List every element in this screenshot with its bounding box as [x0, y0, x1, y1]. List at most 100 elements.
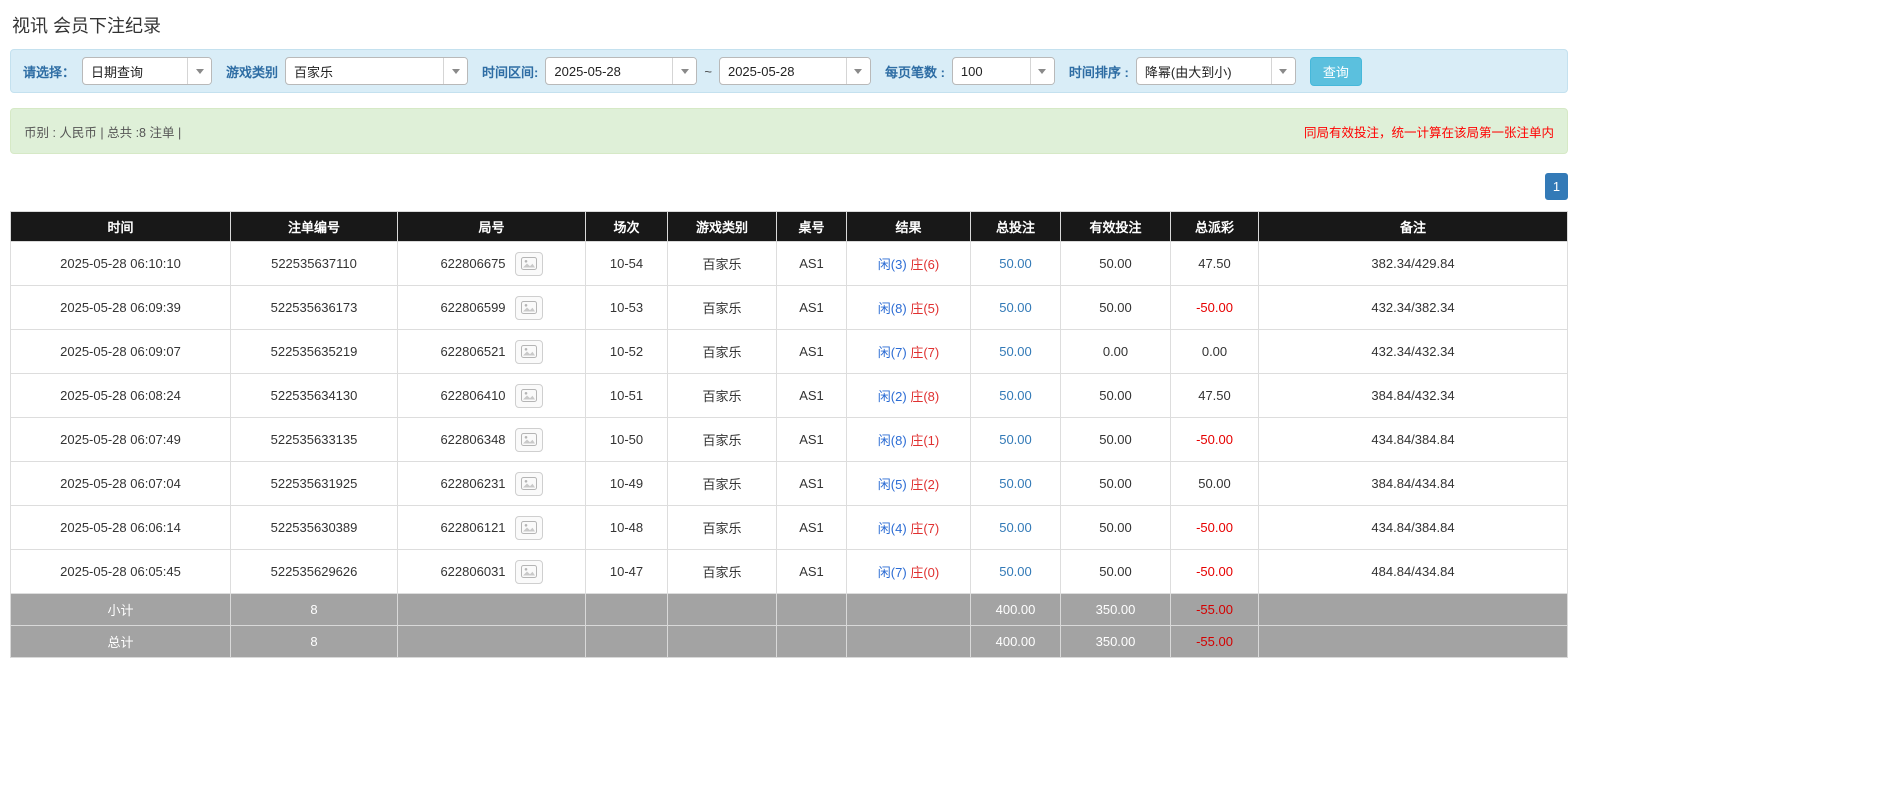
game-type-value: 百家乐 — [294, 64, 334, 80]
result-banker: 庄(1) — [910, 433, 940, 448]
snapshot-icon-button[interactable] — [514, 471, 543, 496]
payout: -50.00 — [1170, 285, 1259, 330]
result-cell: 闲(4) 庄(7) — [846, 505, 971, 550]
total-bet-link[interactable]: 50.00 — [999, 564, 1032, 579]
session: 10-53 — [585, 285, 668, 330]
table-no: AS1 — [776, 373, 847, 418]
game-type: 百家乐 — [667, 549, 777, 594]
photo-icon — [520, 477, 537, 490]
bet-time: 2025-05-28 06:07:49 — [10, 417, 231, 462]
payout: -50.00 — [1170, 505, 1259, 550]
valid-bet: 50.00 — [1060, 241, 1171, 286]
query-type-value: 日期查询 — [91, 64, 144, 80]
note: 432.34/382.34 — [1258, 285, 1568, 330]
note: 434.84/384.84 — [1258, 417, 1568, 462]
game-type-select[interactable]: 百家乐 — [285, 57, 469, 85]
game-type: 百家乐 — [667, 417, 777, 462]
total-bet-cell: 50.00 — [970, 505, 1061, 550]
photo-icon — [520, 389, 537, 402]
snapshot-icon-button[interactable] — [514, 251, 543, 276]
bet-time: 2025-05-28 06:10:10 — [10, 241, 231, 286]
session: 10-50 — [585, 417, 668, 462]
page-title: 视讯 会员下注纪录 — [12, 16, 162, 36]
total-bet-link[interactable]: 50.00 — [999, 300, 1032, 315]
snapshot-icon-button[interactable] — [514, 383, 543, 408]
col-header-result: 结果 — [846, 211, 971, 242]
total-bet-link[interactable]: 50.00 — [999, 256, 1032, 271]
query-type-select[interactable]: 日期查询 — [82, 57, 213, 85]
sort-value: 降幂(由大到小) — [1144, 64, 1232, 80]
page-size-select[interactable]: 100 — [951, 57, 1055, 85]
game-type: 百家乐 — [667, 461, 777, 506]
result-banker: 庄(8) — [910, 389, 940, 404]
subtotal-row: 小计 8 400.00 350.00 -55.00 — [10, 593, 1568, 626]
game-type: 百家乐 — [667, 329, 777, 374]
round-cell: 622806675 — [397, 241, 586, 286]
caret-down-icon[interactable] — [1029, 58, 1054, 84]
snapshot-icon-button[interactable] — [514, 295, 543, 320]
table-body: 2025-05-28 06:10:10 522535637110 6228066… — [10, 241, 1568, 594]
valid-bet: 50.00 — [1060, 285, 1171, 330]
payout: 50.00 — [1170, 461, 1259, 506]
session: 10-51 — [585, 373, 668, 418]
session: 10-54 — [585, 241, 668, 286]
col-header-valid-bet: 有效投注 — [1060, 211, 1171, 242]
sort-select[interactable]: 降幂(由大到小) — [1135, 57, 1296, 85]
snapshot-icon-button[interactable] — [514, 427, 543, 452]
round-cell: 622806231 — [397, 461, 586, 506]
sort-label: 时间排序 : — [1068, 64, 1129, 80]
game-type-group: 游戏类别 百家乐 — [226, 57, 469, 85]
caret-down-icon[interactable] — [187, 58, 212, 84]
range-separator: ~ — [704, 63, 712, 79]
bet-id: 522535629626 — [230, 549, 398, 594]
table-row: 2025-05-28 06:09:07 522535635219 6228065… — [10, 329, 1568, 374]
table-row: 2025-05-28 06:05:45 522535629626 6228060… — [10, 549, 1568, 594]
note: 432.34/432.34 — [1258, 329, 1568, 374]
page-button-1[interactable]: 1 — [1545, 173, 1568, 200]
caret-down-icon[interactable] — [443, 58, 468, 84]
total-bet-cell: 50.00 — [970, 373, 1061, 418]
bet-id: 522535634130 — [230, 373, 398, 418]
table-no: AS1 — [776, 241, 847, 286]
photo-icon — [520, 433, 537, 446]
round-cell: 622806031 — [397, 549, 586, 594]
total-label: 总计 — [10, 625, 231, 658]
round-id: 622806031 — [440, 564, 506, 579]
snapshot-icon-button[interactable] — [514, 559, 543, 584]
total-bet-link[interactable]: 50.00 — [999, 476, 1032, 491]
snapshot-icon-button[interactable] — [514, 339, 543, 364]
table-header: 时间 注单编号 局号 场次 游戏类别 桌号 结果 总投注 有效投注 总派彩 备注 — [10, 211, 1568, 242]
total-bet-link[interactable]: 50.00 — [999, 388, 1032, 403]
search-button[interactable]: 查询 — [1309, 56, 1362, 86]
note: 484.84/434.84 — [1258, 549, 1568, 594]
caret-down-icon[interactable] — [672, 58, 697, 84]
col-header-game-type: 游戏类别 — [667, 211, 777, 242]
col-header-note: 备注 — [1258, 211, 1568, 242]
date-to-select[interactable]: 2025-05-28 — [718, 57, 871, 85]
snapshot-icon-button[interactable] — [514, 515, 543, 540]
caret-down-icon — [854, 68, 863, 74]
caret-down-icon[interactable] — [1270, 58, 1295, 84]
date-from-select[interactable]: 2025-05-28 — [545, 57, 698, 85]
total-bet-link[interactable]: 50.00 — [999, 432, 1032, 447]
result-banker: 庄(7) — [910, 345, 940, 360]
payout: 47.50 — [1170, 373, 1259, 418]
result-player: 闲(8) — [877, 433, 907, 448]
total-bet-link[interactable]: 50.00 — [999, 344, 1032, 359]
total-bet-link[interactable]: 50.00 — [999, 520, 1032, 535]
col-header-total-bet: 总投注 — [970, 211, 1061, 242]
col-header-bet-id: 注单编号 — [230, 211, 398, 242]
photo-icon — [520, 257, 537, 270]
payout: -50.00 — [1170, 417, 1259, 462]
table-row: 2025-05-28 06:07:04 522535631925 6228062… — [10, 461, 1568, 506]
caret-down-icon[interactable] — [845, 58, 870, 84]
result-player: 闲(7) — [877, 565, 907, 580]
bet-time: 2025-05-28 06:07:04 — [10, 461, 231, 506]
bet-time: 2025-05-28 06:06:14 — [10, 505, 231, 550]
result-player: 闲(7) — [877, 345, 907, 360]
sort-group: 时间排序 : 降幂(由大到小) — [1069, 57, 1296, 85]
result-banker: 庄(0) — [910, 565, 940, 580]
caret-down-icon — [451, 68, 460, 74]
payout: -50.00 — [1170, 549, 1259, 594]
total-bet-cell: 50.00 — [970, 549, 1061, 594]
